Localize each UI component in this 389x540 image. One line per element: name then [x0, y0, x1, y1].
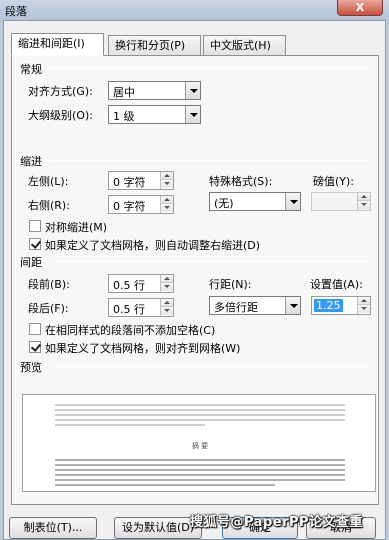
alignment-value: 居中 — [113, 86, 135, 99]
spin-up-icon[interactable] — [358, 193, 370, 201]
space-after-value: 0.5 行 — [113, 303, 145, 316]
tab-asian-typography[interactable]: 中文版式(H) — [203, 35, 286, 55]
outline-level-value: 1 级 — [113, 110, 135, 123]
watermark-text: 搜狐号@PaperPP论文查重 — [190, 515, 364, 530]
preview-line — [55, 474, 345, 476]
tab-indents-spacing[interactable]: 缩进和间距(I) — [11, 33, 104, 56]
auto-adjust-label: 如果定义了文档网格，则自动调整右缩进(D) — [45, 239, 261, 252]
paragraph-dialog: 缩进和间距(I) 换行和分页(P) 中文版式(H) 常规 对齐方式(G): 居中… — [3, 20, 386, 540]
spin-down-icon[interactable] — [358, 201, 370, 209]
spin-down-icon[interactable] — [161, 283, 173, 291]
preview-line — [55, 464, 345, 466]
line-spacing-label: 行距(N): — [209, 278, 252, 291]
right-indent-label: 右侧(R): — [28, 199, 70, 212]
no-space-same-style-label: 在相同样式的段落间不添加空格(C) — [45, 324, 216, 337]
set-default-button[interactable]: 设为默认值(D) — [114, 517, 202, 539]
preview-line — [55, 459, 345, 461]
alignment-select[interactable]: 居中 — [108, 81, 201, 100]
preview-line — [55, 409, 345, 411]
spin-down-icon[interactable] — [358, 305, 370, 313]
preview-line — [55, 424, 205, 426]
space-before-label: 段前(B): — [28, 278, 70, 291]
line-spacing-at-value: 1.25 — [314, 299, 343, 312]
chevron-down-icon[interactable] — [285, 193, 300, 210]
special-indent-value: (无) — [214, 197, 234, 210]
preview-pane: 摘 要 — [22, 394, 376, 492]
mirror-indents-checkbox[interactable] — [29, 220, 41, 232]
title-bar: 段落 X — [0, 0, 389, 20]
preview-line — [55, 469, 345, 471]
left-indent-label: 左侧(L): — [28, 175, 69, 188]
indent-by-label: 磅值(Y): — [313, 175, 355, 188]
auto-adjust-checkbox[interactable] — [29, 238, 41, 250]
preview-section-label: 预览 — [20, 361, 42, 374]
snap-to-grid-checkbox[interactable] — [29, 341, 41, 353]
window-title: 段落 — [5, 5, 27, 18]
spin-up-icon[interactable] — [161, 275, 173, 283]
spin-up-icon[interactable] — [161, 196, 173, 204]
snap-to-grid-label: 如果定义了文档网格，则对齐到网格(W) — [45, 342, 241, 355]
left-indent-spinner[interactable]: 0 字符 — [108, 171, 174, 190]
indent-by-spinner[interactable] — [311, 192, 371, 211]
space-before-spinner[interactable]: 0.5 行 — [108, 274, 174, 293]
spin-down-icon[interactable] — [161, 307, 173, 315]
right-indent-value: 0 字符 — [113, 200, 146, 213]
left-indent-value: 0 字符 — [113, 176, 146, 189]
tab-line-page-breaks[interactable]: 换行和分页(P) — [108, 35, 201, 55]
preview-line — [55, 404, 345, 406]
special-indent-label: 特殊格式(S): — [209, 175, 273, 188]
spin-up-icon[interactable] — [358, 297, 370, 305]
spin-up-icon[interactable] — [161, 172, 173, 180]
line-spacing-value: 多倍行距 — [214, 301, 258, 314]
spacing-section-label: 间距 — [20, 256, 42, 269]
preview-line — [55, 419, 345, 421]
space-after-label: 段后(F): — [28, 302, 69, 315]
preview-line — [55, 484, 275, 486]
chevron-down-icon[interactable] — [285, 297, 300, 314]
preview-line — [55, 414, 345, 416]
right-indent-spinner[interactable]: 0 字符 — [108, 195, 174, 214]
no-space-same-style-checkbox[interactable] — [29, 323, 41, 335]
outline-level-select[interactable]: 1 级 — [108, 105, 201, 124]
preview-divider — [50, 366, 372, 367]
general-section-label: 常规 — [20, 63, 42, 76]
chevron-down-icon[interactable] — [185, 106, 200, 123]
chevron-down-icon[interactable] — [185, 82, 200, 99]
indent-section-label: 缩进 — [20, 155, 42, 168]
line-spacing-at-label: 设置值(A): — [310, 278, 363, 291]
preview-line — [55, 479, 345, 481]
line-spacing-select[interactable]: 多倍行距 — [209, 296, 301, 315]
spin-down-icon[interactable] — [161, 204, 173, 212]
spacing-divider — [50, 261, 372, 262]
mirror-indents-label: 对称缩进(M) — [45, 221, 108, 234]
spin-up-icon[interactable] — [161, 299, 173, 307]
alignment-label: 对齐方式(G): — [28, 85, 93, 98]
space-after-spinner[interactable]: 0.5 行 — [108, 298, 174, 317]
line-spacing-at-spinner[interactable]: 1.25 — [311, 296, 371, 315]
general-divider — [50, 68, 372, 69]
space-before-value: 0.5 行 — [113, 279, 145, 292]
outline-level-label: 大纲级别(O): — [28, 109, 93, 122]
tabs-button[interactable]: 制表位(T)... — [9, 517, 97, 539]
special-indent-select[interactable]: (无) — [209, 192, 301, 211]
spin-down-icon[interactable] — [161, 180, 173, 188]
preview-sample-text: 摘 要 — [191, 442, 209, 450]
indent-divider — [50, 160, 372, 161]
close-button[interactable]: X — [337, 0, 383, 16]
